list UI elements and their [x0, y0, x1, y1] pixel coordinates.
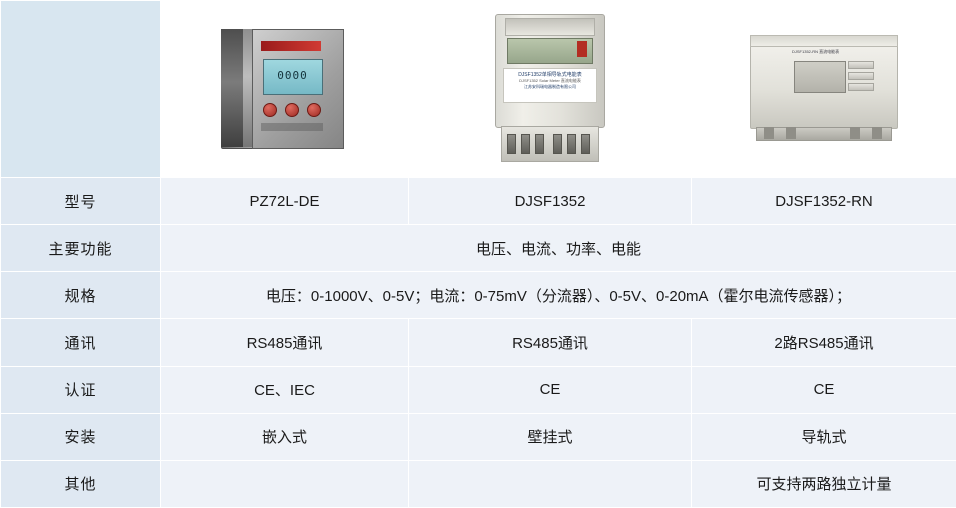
device1-lcd-text: 0000: [277, 69, 308, 82]
product-image-row: 0000 DJSF1352单相导轨式电能表 DJSF1352 Solar Met…: [0, 0, 956, 178]
table-row: 规格 电压：0-1000V、0-5V；电流：0-75mV（分流器）、0-5V、0…: [0, 271, 956, 320]
cell-installation-device2: 壁挂式: [408, 412, 692, 461]
cell-model-device3: DJSF1352-RN: [691, 176, 956, 226]
row-label-specification: 规格: [0, 271, 161, 320]
cell-main-function-all: 电压、电流、功率、电能: [160, 224, 956, 273]
panel-meter-photo: 0000: [220, 27, 349, 151]
row-label-other: 其他: [0, 459, 161, 508]
row-label-installation: 安装: [0, 412, 161, 461]
image-cell-device1: 0000: [160, 0, 409, 178]
cell-certification-device2: CE: [408, 365, 692, 414]
table-row: 型号 PZ72L-DE DJSF1352 DJSF1352-RN: [0, 176, 956, 226]
table-row: 安装 嵌入式 壁挂式 导轨式: [0, 412, 956, 461]
table-row: 认证 CE、IEC CE CE: [0, 365, 956, 414]
din-rail-meter-photo: DJSF1352-RN 直流电能表: [750, 35, 898, 143]
cell-other-device1: [160, 459, 409, 508]
row-label-model: 型号: [0, 176, 161, 226]
cell-communication-device2: RS485通讯: [408, 318, 692, 367]
table-row: 主要功能 电压、电流、功率、电能: [0, 224, 956, 273]
image-cell-device2: DJSF1352单相导轨式电能表 DJSF1352 Solar Meter 直流…: [408, 0, 692, 178]
spec-table: 0000 DJSF1352单相导轨式电能表 DJSF1352 Solar Met…: [0, 0, 956, 508]
cell-installation-device1: 嵌入式: [160, 412, 409, 461]
row-label-communication: 通讯: [0, 318, 161, 367]
table-row: 通讯 RS485通讯 RS485通讯 2路RS485通讯: [0, 318, 956, 367]
image-row-corner-cell: [0, 0, 161, 178]
cell-certification-device1: CE、IEC: [160, 365, 409, 414]
device2-label-line3: 江苏安科瑞电器制造有限公司: [524, 84, 576, 89]
spec-comparison-sheet: 0000 DJSF1352单相导轨式电能表 DJSF1352 Solar Met…: [0, 0, 956, 508]
row-label-certification: 认证: [0, 365, 161, 414]
cell-certification-device3: CE: [691, 365, 956, 414]
row-label-main-function: 主要功能: [0, 224, 161, 273]
cell-model-device1: PZ72L-DE: [160, 176, 409, 226]
cell-communication-device3: 2路RS485通讯: [691, 318, 956, 367]
cell-specification-all: 电压：0-1000V、0-5V；电流：0-75mV（分流器）、0-5V、0-20…: [160, 271, 956, 320]
image-cell-device3: DJSF1352-RN 直流电能表: [691, 0, 956, 178]
cell-model-device2: DJSF1352: [408, 176, 692, 226]
cell-installation-device3: 导轨式: [691, 412, 956, 461]
cell-other-device2: [408, 459, 692, 508]
cell-communication-device1: RS485通讯: [160, 318, 409, 367]
device3-label-text: DJSF1352-RN 直流电能表: [792, 49, 840, 54]
wall-mount-meter-photo: DJSF1352单相导轨式电能表 DJSF1352 Solar Meter 直流…: [491, 14, 609, 164]
table-row: 其他 可支持两路独立计量: [0, 459, 956, 508]
cell-other-device3: 可支持两路独立计量: [691, 459, 956, 508]
